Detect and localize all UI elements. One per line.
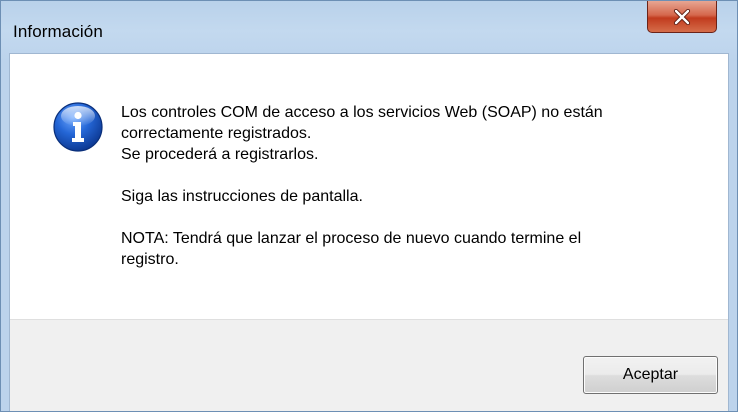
dialog-window: Información Los controles COM de acceso … [0, 0, 738, 412]
dialog-content: Los controles COM de acceso a los servic… [9, 53, 729, 411]
close-button[interactable] [647, 1, 717, 33]
message-line: Siga las instrucciones de pantalla. [121, 188, 363, 205]
information-icon [53, 102, 103, 152]
window-title: Información [13, 22, 103, 41]
accept-button[interactable]: Aceptar [583, 356, 718, 394]
message-line: NOTA: Tendrá que lanzar el proceso de nu… [121, 230, 582, 247]
close-icon [673, 8, 691, 25]
message-line: correctamente registrados. [121, 125, 312, 142]
message-line: Los controles COM de acceso a los servic… [121, 104, 603, 121]
message-line: registro. [121, 251, 179, 268]
dialog-footer: Aceptar [10, 319, 728, 411]
title-bar[interactable]: Información [1, 1, 737, 53]
message-text: Los controles COM de acceso a los servic… [121, 102, 721, 270]
message-line: Se procederá a registrarlos. [121, 146, 319, 163]
